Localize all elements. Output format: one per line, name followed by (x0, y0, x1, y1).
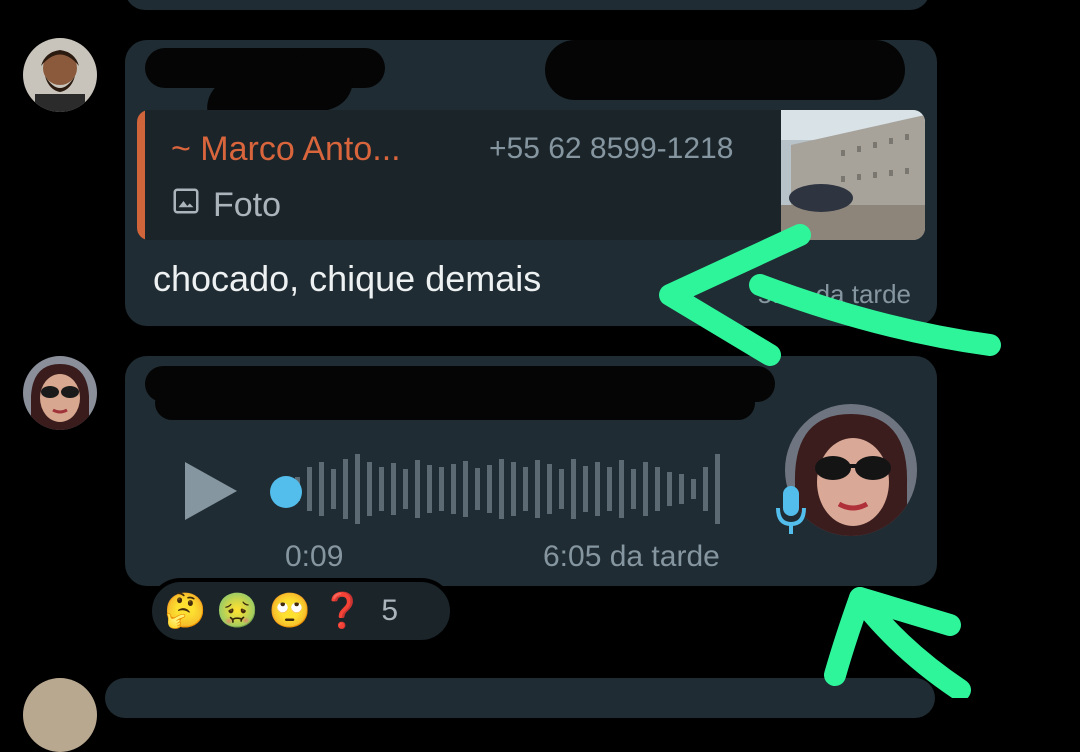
audio-scrubber-handle[interactable] (270, 476, 302, 508)
reaction-emoji: 🤢 (216, 592, 259, 630)
previous-message-bubble[interactable] (125, 0, 930, 10)
reaction-count: 5 (381, 594, 399, 627)
redacted-scribble (545, 40, 905, 100)
sender-avatar-2[interactable] (23, 356, 97, 430)
voice-message-bubble[interactable]: 0:09 6:05 da tarde (125, 356, 937, 586)
reaction-emoji: 🙄 (268, 592, 312, 630)
image-icon (171, 186, 201, 225)
quote-accent-bar (137, 110, 145, 240)
reaction-emoji: ❓ (321, 592, 364, 630)
reaction-emoji: 🤔 (164, 592, 207, 630)
voice-duration: 0:09 (285, 540, 344, 573)
reactions-bar[interactable]: 🤔 🤢 🙄 ❓ 5 (148, 578, 454, 644)
audio-waveform[interactable] (295, 454, 735, 524)
redacted-scribble (155, 386, 755, 420)
microphone-icon (775, 484, 807, 541)
quoted-author: ~ Marco Anto... (171, 130, 401, 168)
sender-avatar-3[interactable] (23, 678, 97, 752)
quoted-phone: +55 62 8599-1218 (489, 132, 734, 165)
play-icon[interactable] (183, 460, 239, 527)
message-text: chocado, chique demais (153, 258, 542, 299)
quoted-type-label: Foto (213, 186, 282, 224)
message-time: 6:05 da tarde (543, 540, 720, 573)
message-time: 5:5_ da tarde (757, 279, 911, 309)
next-message-bubble[interactable] (105, 678, 935, 718)
message-bubble-reply[interactable]: ~ Marco Anto... +55 62 8599-1218 Foto ch… (125, 40, 937, 326)
quoted-type: Foto (171, 186, 281, 225)
quoted-photo-thumbnail[interactable] (781, 110, 925, 240)
sender-avatar-1[interactable] (23, 38, 97, 112)
quoted-message[interactable]: ~ Marco Anto... +55 62 8599-1218 Foto (137, 110, 925, 240)
